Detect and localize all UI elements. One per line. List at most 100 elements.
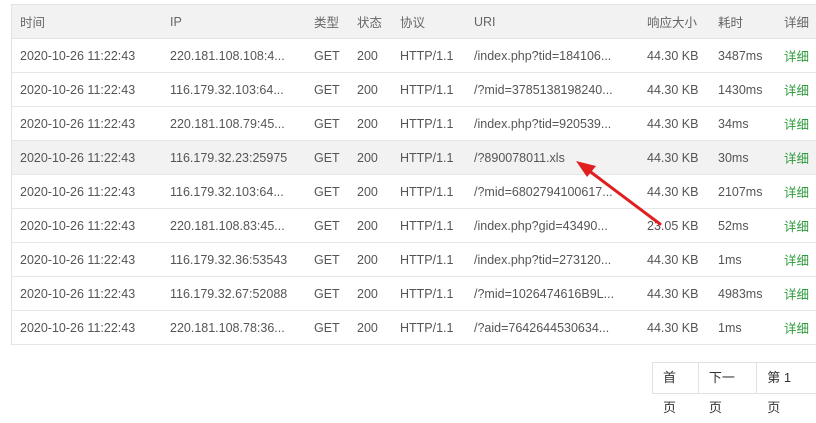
cell-duration: 1430ms <box>710 72 776 107</box>
pagination: 首页 下一页 第 1 页 <box>652 362 816 415</box>
detail-link[interactable]: 详细 <box>784 118 809 132</box>
cell-type: GET <box>306 72 349 107</box>
cell-duration: 3487ms <box>710 38 776 73</box>
cell-duration: 1ms <box>710 242 776 277</box>
cell-ip: 116.179.32.103:64... <box>170 184 284 199</box>
cell-uri: /?aid=7642644530634... <box>474 320 610 335</box>
cell-time: 2020-10-26 11:22:43 <box>12 276 162 311</box>
cell-time: 2020-10-26 11:22:43 <box>12 106 162 141</box>
cell-status: 200 <box>349 242 392 277</box>
col-header-protocol: 协议 <box>392 4 466 39</box>
cell-duration: 30ms <box>710 140 776 175</box>
cell-time: 2020-10-26 11:22:43 <box>12 208 162 243</box>
cell-time: 2020-10-26 11:22:43 <box>12 242 162 277</box>
cell-type: GET <box>306 276 349 311</box>
access-log-table: 时间 IP 类型 状态 协议 URI 响应大小 耗时 详细 2020-10-26… <box>12 4 816 345</box>
col-header-ip: IP <box>162 4 306 39</box>
cell-size: 44.30 KB <box>639 38 710 73</box>
cell-uri: /index.php?tid=273120... <box>474 252 612 267</box>
cell-ip: 116.179.32.23:25975 <box>170 150 288 165</box>
access-log-table-container: 时间 IP 类型 状态 协议 URI 响应大小 耗时 详细 2020-10-26… <box>11 4 816 345</box>
detail-link[interactable]: 详细 <box>784 288 809 302</box>
cell-protocol: HTTP/1.1 <box>392 140 466 175</box>
col-header-size: 响应大小 <box>639 4 710 39</box>
cell-type: GET <box>306 242 349 277</box>
cell-status: 200 <box>349 174 392 209</box>
cell-protocol: HTTP/1.1 <box>392 310 466 345</box>
table-row: 2020-10-26 11:22:43 220.181.108.108:4...… <box>12 38 816 73</box>
cell-ip: 116.179.32.36:53543 <box>170 252 288 267</box>
cell-status: 200 <box>349 208 392 243</box>
current-page-indicator: 第 1 页 <box>756 362 816 415</box>
cell-uri: /?mid=6802794100617... <box>474 184 613 199</box>
cell-size: 44.30 KB <box>639 174 710 209</box>
cell-ip: 220.181.108.108:4... <box>170 48 285 63</box>
cell-protocol: HTTP/1.1 <box>392 276 466 311</box>
cell-status: 200 <box>349 276 392 311</box>
cell-duration: 4983ms <box>710 276 776 311</box>
cell-status: 200 <box>349 72 392 107</box>
cell-ip: 220.181.108.79:45... <box>170 116 285 131</box>
detail-link[interactable]: 详细 <box>784 152 809 166</box>
cell-status: 200 <box>349 38 392 73</box>
cell-protocol: HTTP/1.1 <box>392 38 466 73</box>
next-page-button[interactable]: 下一页 <box>697 362 758 415</box>
table-row: 2020-10-26 11:22:43 220.181.108.83:45...… <box>12 208 816 243</box>
cell-size: 44.30 KB <box>639 310 710 345</box>
cell-uri: /index.php?tid=920539... <box>474 116 612 131</box>
cell-protocol: HTTP/1.1 <box>392 72 466 107</box>
table-row: 2020-10-26 11:22:43 116.179.32.103:64...… <box>12 174 816 209</box>
table-row: 2020-10-26 11:22:43 116.179.32.67:52088 … <box>12 276 816 311</box>
table-row-highlighted: 2020-10-26 11:22:43 116.179.32.23:25975 … <box>12 140 816 175</box>
first-page-button[interactable]: 首页 <box>652 362 699 415</box>
cell-size: 44.30 KB <box>639 140 710 175</box>
cell-protocol: HTTP/1.1 <box>392 174 466 209</box>
col-header-time: 时间 <box>12 4 162 39</box>
col-header-type: 类型 <box>306 4 349 39</box>
cell-type: GET <box>306 310 349 345</box>
table-row: 2020-10-26 11:22:43 220.181.108.79:45...… <box>12 106 816 141</box>
cell-status: 200 <box>349 140 392 175</box>
cell-duration: 2107ms <box>710 174 776 209</box>
cell-size: 23.05 KB <box>639 208 710 243</box>
cell-protocol: HTTP/1.1 <box>392 208 466 243</box>
cell-ip: 116.179.32.103:64... <box>170 82 284 97</box>
cell-time: 2020-10-26 11:22:43 <box>12 174 162 209</box>
table-row: 2020-10-26 11:22:43 116.179.32.36:53543 … <box>12 242 816 277</box>
cell-type: GET <box>306 106 349 141</box>
cell-uri: /index.php?gid=43490... <box>474 218 608 233</box>
cell-uri: /?890078011.xls <box>474 150 565 165</box>
col-header-uri: URI <box>466 4 639 39</box>
cell-size: 44.30 KB <box>639 106 710 141</box>
cell-duration: 1ms <box>710 310 776 345</box>
cell-uri: /index.php?tid=184106... <box>474 48 612 63</box>
cell-uri: /?mid=1026474616B9L... <box>474 286 615 301</box>
cell-time: 2020-10-26 11:22:43 <box>12 140 162 175</box>
cell-type: GET <box>306 174 349 209</box>
table-header-row: 时间 IP 类型 状态 协议 URI 响应大小 耗时 详细 <box>12 4 816 39</box>
cell-status: 200 <box>349 310 392 345</box>
cell-ip: 220.181.108.83:45... <box>170 218 285 233</box>
cell-size: 44.30 KB <box>639 242 710 277</box>
detail-link[interactable]: 详细 <box>784 220 809 234</box>
detail-link[interactable]: 详细 <box>784 186 809 200</box>
cell-duration: 52ms <box>710 208 776 243</box>
cell-status: 200 <box>349 106 392 141</box>
cell-uri: /?mid=3785138198240... <box>474 82 613 97</box>
col-header-status: 状态 <box>349 4 392 39</box>
table-row: 2020-10-26 11:22:43 220.181.108.78:36...… <box>12 310 816 345</box>
cell-ip: 116.179.32.67:52088 <box>170 286 288 301</box>
cell-protocol: HTTP/1.1 <box>392 106 466 141</box>
cell-duration: 34ms <box>710 106 776 141</box>
table-row: 2020-10-26 11:22:43 116.179.32.103:64...… <box>12 72 816 107</box>
cell-time: 2020-10-26 11:22:43 <box>12 310 162 345</box>
cell-size: 44.30 KB <box>639 276 710 311</box>
detail-link[interactable]: 详细 <box>784 322 809 336</box>
cell-type: GET <box>306 140 349 175</box>
detail-link[interactable]: 详细 <box>784 50 809 64</box>
detail-link[interactable]: 详细 <box>784 84 809 98</box>
cell-time: 2020-10-26 11:22:43 <box>12 38 162 73</box>
cell-type: GET <box>306 208 349 243</box>
col-header-detail: 详细 <box>776 4 816 39</box>
detail-link[interactable]: 详细 <box>784 254 809 268</box>
